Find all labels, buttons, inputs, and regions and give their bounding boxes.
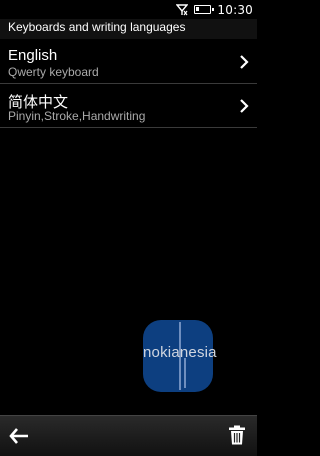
- trash-icon[interactable]: [229, 425, 245, 445]
- language-list: English Qwerty keyboard 简体中文 Pinyin,Stro…: [0, 40, 257, 128]
- list-item-english[interactable]: English Qwerty keyboard: [0, 40, 257, 84]
- list-item-subtitle: Qwerty keyboard: [8, 65, 99, 79]
- list-item-subtitle: Pinyin,Stroke,Handwriting: [8, 109, 146, 123]
- bottom-toolbar: [0, 415, 257, 456]
- status-bar: 10:30: [0, 0, 257, 19]
- back-arrow-icon[interactable]: [8, 426, 30, 446]
- page-header: Keyboards and writing languages: [0, 19, 257, 39]
- status-icons: 10:30: [176, 1, 253, 18]
- status-time: 10:30: [217, 2, 253, 17]
- list-item-title: English: [8, 47, 58, 64]
- no-signal-icon: [176, 3, 189, 15]
- chevron-right-icon: [240, 99, 249, 113]
- page-title: Keyboards and writing languages: [8, 20, 186, 34]
- chevron-right-icon: [240, 55, 249, 69]
- watermark-text: nokianesia: [143, 344, 217, 361]
- list-item-chinese[interactable]: 简体中文 Pinyin,Stroke,Handwriting: [0, 84, 257, 128]
- battery-icon: [194, 5, 215, 14]
